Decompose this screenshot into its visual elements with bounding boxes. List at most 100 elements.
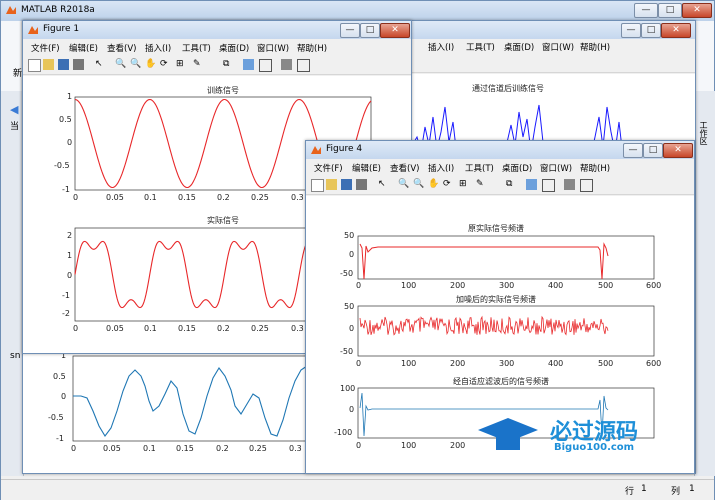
behind-xtick-6: 0.25 bbox=[249, 444, 267, 453]
f1p1-xtick-3: 0.1 bbox=[144, 193, 157, 202]
f4p1-xtick-1: 0 bbox=[356, 281, 362, 290]
back-arrow-icon[interactable]: ◀ bbox=[10, 103, 18, 116]
minimize-button[interactable]: — bbox=[634, 3, 658, 18]
matlab-titlebar: MATLAB R2018a — □ ✕ bbox=[1, 1, 714, 21]
brush-icon[interactable]: ✎ bbox=[193, 59, 204, 70]
figure4-minimize-button[interactable]: — bbox=[623, 143, 643, 158]
pointer-icon[interactable]: ↖ bbox=[95, 59, 106, 70]
behind-menu-window[interactable]: 窗口(W) bbox=[542, 41, 574, 53]
behind-ytick-5: -1 bbox=[56, 434, 64, 443]
menu-insert[interactable]: 插入(I) bbox=[145, 42, 171, 54]
figure4-plot1-axes bbox=[357, 235, 655, 280]
f4p2-ytick-2: 0 bbox=[349, 324, 355, 333]
workspace-tab[interactable]: 工作区 bbox=[699, 121, 709, 145]
f4p2-xtick-6: 500 bbox=[598, 359, 614, 368]
maximize-button[interactable]: □ bbox=[658, 3, 682, 18]
f4-open-folder-icon[interactable] bbox=[326, 179, 337, 190]
zoom-out-icon[interactable]: 🔍 bbox=[130, 59, 141, 70]
f4-menu-edit[interactable]: 编辑(E) bbox=[352, 162, 381, 174]
dock-icon[interactable] bbox=[297, 59, 310, 72]
f4-menu-desktop[interactable]: 桌面(D) bbox=[502, 162, 532, 174]
menu-file[interactable]: 文件(F) bbox=[31, 42, 60, 54]
hide-plot-icon[interactable] bbox=[281, 59, 292, 70]
f4-save-icon[interactable] bbox=[341, 179, 352, 190]
behind-close-button[interactable]: ✕ bbox=[661, 23, 691, 38]
f4-menu-tools[interactable]: 工具(T) bbox=[465, 162, 494, 174]
f4-pan-icon[interactable]: ✋ bbox=[428, 179, 439, 190]
colorbar-icon[interactable] bbox=[243, 59, 254, 70]
figure1-maximize-button[interactable]: □ bbox=[360, 23, 380, 38]
row-value: 1 bbox=[641, 484, 647, 494]
f4-rotate-icon[interactable]: ⟳ bbox=[443, 179, 454, 190]
f4-new-file-icon[interactable] bbox=[311, 179, 324, 192]
f4-data-cursor-icon[interactable]: ⊞ bbox=[459, 179, 470, 190]
f4-zoom-out-icon[interactable]: 🔍 bbox=[413, 179, 424, 190]
figure1-minimize-button[interactable]: — bbox=[340, 23, 360, 38]
behind-ytick-4: -0.5 bbox=[48, 413, 64, 422]
f1p2-xtick-1: 0 bbox=[73, 324, 79, 333]
f4p3-xtick-3: 200 bbox=[450, 441, 466, 450]
figure1-title: Figure 1 bbox=[43, 24, 80, 34]
f4-menu-file[interactable]: 文件(F) bbox=[314, 162, 343, 174]
new-file-icon[interactable] bbox=[28, 59, 41, 72]
behind-menu-insert[interactable]: 插入(I) bbox=[428, 41, 454, 53]
figure4-maximize-button[interactable]: □ bbox=[643, 143, 663, 158]
f4-print-icon[interactable] bbox=[356, 179, 367, 190]
f4p1-xtick-5: 400 bbox=[548, 281, 564, 290]
watermark-logo: 必过源码 Biguo100.com bbox=[478, 408, 698, 468]
figure4-close-button[interactable]: ✕ bbox=[663, 143, 693, 158]
menu-view[interactable]: 查看(V) bbox=[107, 42, 136, 54]
behind-plot-title: 通过信道后训练信号 bbox=[472, 84, 544, 93]
figure4-plot3-title: 经自适应滤波后的信号频谱 bbox=[453, 377, 549, 386]
f4p1-ytick-1: 50 bbox=[344, 231, 355, 240]
f4-menu-view[interactable]: 查看(V) bbox=[390, 162, 419, 174]
legend-icon[interactable] bbox=[259, 59, 272, 72]
left-label-current: 当 bbox=[10, 122, 20, 132]
save-icon[interactable] bbox=[58, 59, 69, 70]
f4-dock-icon[interactable] bbox=[580, 179, 593, 192]
f4-zoom-in-icon[interactable]: 🔍 bbox=[398, 179, 409, 190]
figure4-plot2-axes bbox=[357, 305, 655, 357]
figure4-menubar: 文件(F) 编辑(E) 查看(V) 插入(I) 工具(T) 桌面(D) 窗口(W… bbox=[306, 160, 694, 175]
f4-pointer-icon[interactable]: ↖ bbox=[378, 179, 389, 190]
f4-hide-plot-icon[interactable] bbox=[564, 179, 575, 190]
pan-icon[interactable]: ✋ bbox=[145, 59, 156, 70]
f1p1-ytick-3: 0 bbox=[67, 138, 73, 147]
behind-maximize-button[interactable]: □ bbox=[641, 23, 661, 38]
f4-menu-window[interactable]: 窗口(W) bbox=[540, 162, 572, 174]
figure4-title: Figure 4 bbox=[326, 144, 363, 154]
behind-minimize-button[interactable]: — bbox=[621, 23, 641, 38]
f4-colorbar-icon[interactable] bbox=[526, 179, 537, 190]
figure1-close-button[interactable]: ✕ bbox=[380, 23, 410, 38]
f4p3-ytick-3: -100 bbox=[334, 428, 353, 437]
f4p1-xtick-7: 600 bbox=[646, 281, 662, 290]
menu-edit[interactable]: 编辑(E) bbox=[69, 42, 98, 54]
menu-window[interactable]: 窗口(W) bbox=[257, 42, 289, 54]
rotate-icon[interactable]: ⟳ bbox=[160, 59, 171, 70]
menu-tools[interactable]: 工具(T) bbox=[182, 42, 211, 54]
open-folder-icon[interactable] bbox=[43, 59, 54, 70]
print-icon[interactable] bbox=[73, 59, 84, 70]
f4p2-xtick-2: 100 bbox=[401, 359, 417, 368]
menu-desktop[interactable]: 桌面(D) bbox=[219, 42, 249, 54]
f4-menu-insert[interactable]: 插入(I) bbox=[428, 162, 454, 174]
behind-ytick-3: 0 bbox=[61, 392, 67, 401]
figure1-plot2-title: 实际信号 bbox=[207, 216, 239, 225]
f1p1-xtick-2: 0.05 bbox=[106, 193, 124, 202]
f4-link-icon[interactable]: ⧉ bbox=[506, 179, 517, 190]
left-label-sn: sn bbox=[10, 351, 21, 361]
f4-menu-help[interactable]: 帮助(H) bbox=[580, 162, 610, 174]
link-icon[interactable]: ⧉ bbox=[223, 59, 234, 70]
zoom-in-icon[interactable]: 🔍 bbox=[115, 59, 126, 70]
behind-menu-tools[interactable]: 工具(T) bbox=[466, 41, 495, 53]
data-cursor-icon[interactable]: ⊞ bbox=[176, 59, 187, 70]
menu-help[interactable]: 帮助(H) bbox=[297, 42, 327, 54]
f1p1-ytick-2: 0.5 bbox=[59, 115, 72, 124]
behind-menu-desktop[interactable]: 桌面(D) bbox=[504, 41, 534, 53]
f4-brush-icon[interactable]: ✎ bbox=[476, 179, 487, 190]
behind-menu-help[interactable]: 帮助(H) bbox=[580, 41, 610, 53]
f4p1-xtick-2: 100 bbox=[401, 281, 417, 290]
f4-legend-icon[interactable] bbox=[542, 179, 555, 192]
close-button[interactable]: ✕ bbox=[682, 3, 712, 18]
behind-xtick-5: 0.2 bbox=[216, 444, 229, 453]
